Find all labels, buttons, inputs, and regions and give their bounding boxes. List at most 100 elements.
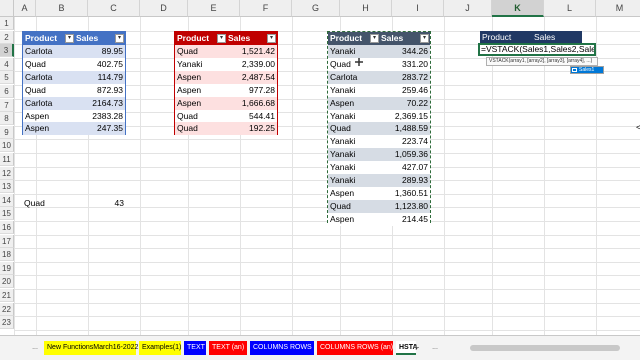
table-cell-sales[interactable]: 344.26	[379, 45, 430, 58]
table-cell-sales[interactable]: 544.41	[226, 109, 277, 123]
horizontal-scrollbar[interactable]	[450, 342, 636, 354]
table3-filter-sales[interactable]: ▾	[420, 34, 429, 43]
table-cell-product[interactable]: Aspen	[328, 212, 379, 226]
table-cell-sales[interactable]: 872.93	[74, 83, 125, 97]
table-cell-sales[interactable]: 2383.28	[74, 109, 125, 123]
table-cell-product[interactable]: Quad	[23, 83, 74, 97]
column-header-c[interactable]: C	[88, 0, 140, 17]
column-header-a[interactable]: A	[14, 0, 36, 17]
sheet-tab[interactable]: New FunctionsMarch16-2022	[44, 341, 138, 355]
table-cell-product[interactable]: Quad	[175, 122, 226, 136]
table-cell-product[interactable]: Quad	[23, 57, 74, 71]
table-cell-product[interactable]: Aspen	[175, 83, 226, 97]
sheet-tab[interactable]: COLUMNS ROWS (an)	[317, 341, 393, 355]
function-tooltip[interactable]: VSTACK(array1, [array2], [array3], [arra…	[486, 57, 598, 66]
tabs-more-right-button[interactable]: ...	[428, 341, 442, 355]
table-cell-product[interactable]: Yanaki	[328, 161, 379, 175]
row-header-3[interactable]: 3	[0, 44, 14, 58]
row-header-2[interactable]: 2	[0, 30, 14, 44]
row-header-15[interactable]: 15	[0, 207, 14, 221]
row-header-16[interactable]: 16	[0, 221, 14, 234]
row-header-5[interactable]: 5	[0, 71, 14, 85]
table-cell-product[interactable]: Quad	[328, 199, 379, 213]
scrollbar-thumb[interactable]	[470, 345, 620, 351]
lookup-label[interactable]: Quad	[22, 197, 74, 210]
tabs-more-left-button[interactable]: ...	[28, 341, 42, 355]
sheet-tab[interactable]: COLUMNS ROWS	[250, 341, 314, 355]
column-header-i[interactable]: I	[392, 0, 444, 17]
row-header-20[interactable]: 20	[0, 275, 14, 289]
table-cell-product[interactable]: Carlota	[328, 70, 379, 84]
row-header-18[interactable]: 18	[0, 248, 14, 262]
column-header-l[interactable]: L	[544, 0, 596, 17]
sheet-tab[interactable]: TEXT (an)	[209, 341, 247, 355]
table-cell-product[interactable]: Carlota	[23, 70, 74, 84]
row-header-4[interactable]: 4	[0, 57, 14, 71]
autocomplete-list[interactable]: Sales1	[570, 66, 604, 74]
table-cell-sales[interactable]: 1,666.68	[226, 96, 277, 110]
column-header-k[interactable]: K	[492, 0, 544, 17]
table-cell-product[interactable]: Aspen	[328, 96, 379, 110]
row-header-10[interactable]: 10	[0, 139, 14, 153]
column-header-h[interactable]: H	[340, 0, 392, 17]
table-cell-product[interactable]: Yanaki	[328, 135, 379, 149]
table-cell-sales[interactable]: 1,059.36	[379, 148, 430, 162]
table-cell-product[interactable]: Yanaki	[175, 57, 226, 71]
row-header-9[interactable]: 9	[0, 125, 14, 139]
row-header-14[interactable]: 14	[0, 193, 14, 207]
table-cell-sales[interactable]: 977.28	[226, 83, 277, 97]
column-header-f[interactable]: F	[240, 0, 292, 17]
table-cell-sales[interactable]: 1,488.59	[379, 122, 430, 136]
row-header-22[interactable]: 22	[0, 302, 14, 316]
table-cell-sales[interactable]: 89.95	[74, 45, 125, 58]
table-cell-product[interactable]: Quad	[175, 109, 226, 123]
row-header-17[interactable]: 17	[0, 234, 14, 248]
select-all-corner[interactable]	[0, 0, 14, 17]
table-cell-sales[interactable]: 214.45	[379, 212, 430, 226]
add-sheet-button[interactable]: +	[410, 341, 422, 355]
sheet-tab[interactable]: Examples(1)	[139, 341, 181, 355]
table-cell-product[interactable]: Carlota	[23, 96, 74, 110]
sheet-tab[interactable]: TEXT	[184, 341, 206, 355]
row-header-7[interactable]: 7	[0, 98, 14, 112]
table-cell-product[interactable]: Aspen	[23, 122, 74, 136]
table-cell-product[interactable]: Yanaki	[328, 45, 379, 58]
row-header-8[interactable]: 8	[0, 112, 14, 126]
column-header-e[interactable]: E	[188, 0, 240, 17]
row-header-13[interactable]: 13	[0, 180, 14, 194]
table-cell-sales[interactable]: 402.75	[74, 57, 125, 71]
row-header-19[interactable]: 19	[0, 261, 14, 275]
table-cell-product[interactable]: Aspen	[328, 186, 379, 200]
table-cell-product[interactable]: Aspen	[175, 96, 226, 110]
table1-filter-sales[interactable]: ▾	[115, 34, 124, 43]
table-cell-sales[interactable]: 289.93	[379, 174, 430, 187]
table-cell-sales[interactable]: 192.25	[226, 122, 277, 136]
table-cell-product[interactable]: Quad	[328, 122, 379, 136]
autocomplete-item[interactable]: Sales1	[571, 67, 603, 73]
table-cell-sales[interactable]: 1,360.51	[379, 186, 430, 200]
active-cell-formula[interactable]: =VSTACK(Sales1,Sales2,Sales3	[478, 43, 596, 56]
row-header-1[interactable]: 1	[0, 17, 14, 30]
table-cell-product[interactable]: Yanaki	[328, 109, 379, 123]
table-cell-product[interactable]: Aspen	[23, 109, 74, 123]
lookup-value[interactable]: 43	[74, 197, 126, 210]
table-cell-sales[interactable]: 2164.73	[74, 96, 125, 110]
column-header-d[interactable]: D	[140, 0, 188, 17]
table-cell-sales[interactable]: 223.74	[379, 135, 430, 149]
table-cell-sales[interactable]: 1,521.42	[226, 45, 277, 58]
table-cell-product[interactable]: Quad	[328, 57, 379, 71]
table-cell-product[interactable]: Yanaki	[328, 174, 379, 187]
table-cell-product[interactable]: Carlota	[23, 45, 74, 58]
table-cell-sales[interactable]: 2,487.54	[226, 70, 277, 84]
table-cell-sales[interactable]: 2,339.00	[226, 57, 277, 71]
row-header-11[interactable]: 11	[0, 153, 14, 166]
table2-filter-product[interactable]: ▾	[217, 34, 226, 43]
table-cell-product[interactable]: Aspen	[175, 70, 226, 84]
table-cell-sales[interactable]: 70.22	[379, 96, 430, 110]
table-cell-sales[interactable]: 114.79	[74, 70, 125, 84]
row-header-21[interactable]: 21	[0, 289, 14, 302]
table-cell-sales[interactable]: 427.07	[379, 161, 430, 175]
column-header-j[interactable]: J	[444, 0, 492, 17]
row-header-6[interactable]: 6	[0, 85, 14, 98]
row-header-23[interactable]: 23	[0, 316, 14, 330]
